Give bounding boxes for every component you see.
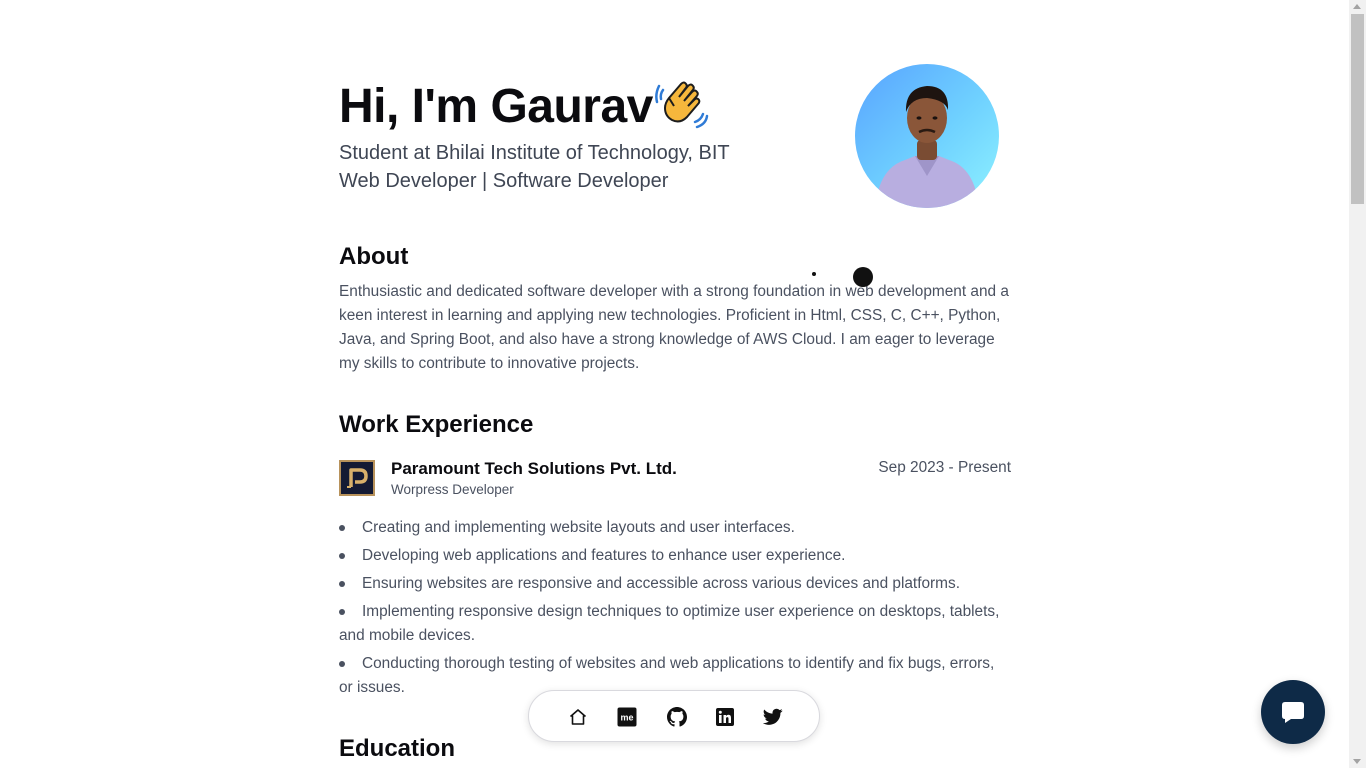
profile-photo <box>875 86 979 208</box>
dock-medium-link[interactable]: me <box>615 705 639 729</box>
work-role: Worpress Developer <box>391 482 514 497</box>
dock-home-link[interactable] <box>566 705 590 729</box>
waving-hand-icon <box>654 81 709 129</box>
work-date: Sep 2023 - Present <box>878 459 1011 476</box>
chat-button[interactable] <box>1261 680 1325 744</box>
scroll-up-arrow-icon[interactable] <box>1353 4 1361 9</box>
list-item: Developing web applications and features… <box>339 544 1011 568</box>
portfolio-page: Hi, I'm Gaurav Student at Bhilai Institu… <box>0 0 1366 768</box>
cursor-trail-dot <box>812 272 816 276</box>
dock-linkedin-link[interactable] <box>713 705 737 729</box>
work-responsibilities-list: Creating and implementing website layout… <box>339 516 1011 704</box>
scroll-down-arrow-icon[interactable] <box>1353 759 1361 764</box>
paramount-logo-icon <box>347 468 368 488</box>
greeting-text: Hi, I'm Gaurav <box>339 80 653 133</box>
chat-bubble-icon <box>1282 702 1304 723</box>
twitter-icon <box>763 708 783 725</box>
work-company-name[interactable]: Paramount Tech Solutions Pvt. Ltd. <box>391 459 677 479</box>
medium-icon: me <box>617 707 637 727</box>
hero-heading: Hi, I'm Gaurav <box>339 76 709 137</box>
about-text: Enthusiastic and dedicated software deve… <box>339 283 1009 372</box>
list-item: Creating and implementing website layout… <box>339 516 1011 540</box>
education-heading: Education <box>339 735 456 762</box>
vertical-scrollbar[interactable] <box>1349 0 1366 768</box>
dock-twitter-link[interactable] <box>761 705 785 729</box>
dock-github-link[interactable] <box>665 705 689 729</box>
linkedin-icon <box>716 708 734 726</box>
cursor-dot <box>853 267 873 287</box>
hero-subtitle-line1: Student at Bhilai Institute of Technolog… <box>339 142 730 164</box>
social-dock: me <box>528 690 820 742</box>
medium-icon-text: me <box>620 713 633 723</box>
home-icon <box>569 709 587 725</box>
list-item: Implementing responsive design technique… <box>339 600 1011 648</box>
github-icon <box>667 707 687 727</box>
about-heading: About <box>339 243 409 270</box>
profile-avatar <box>855 64 999 208</box>
scrollbar-thumb[interactable] <box>1351 14 1364 204</box>
work-experience-heading: Work Experience <box>339 411 534 438</box>
company-logo[interactable] <box>339 460 375 496</box>
hero-subtitle-line2: Web Developer | Software Developer <box>339 170 669 192</box>
list-item: Ensuring websites are responsive and acc… <box>339 572 1011 596</box>
